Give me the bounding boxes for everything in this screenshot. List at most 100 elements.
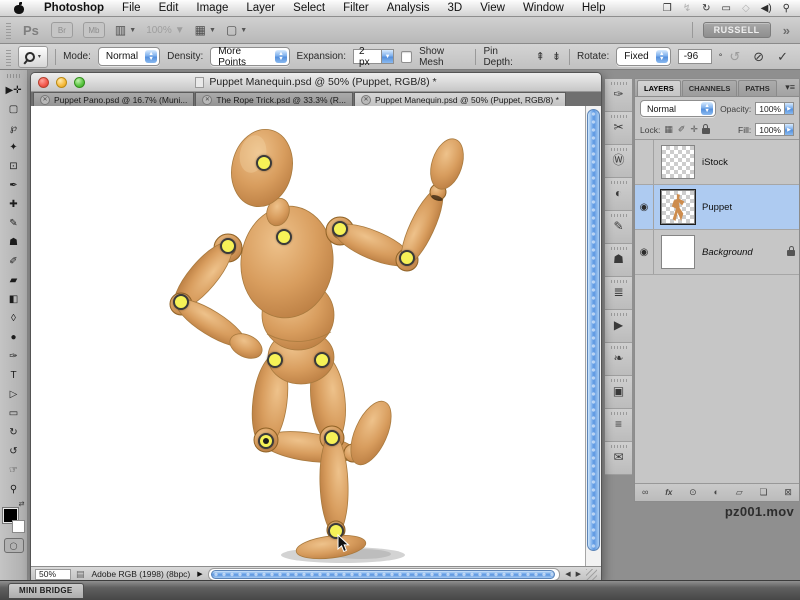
scroll-right-icon[interactable]: ▶ [576,570,581,578]
blend-mode-popup[interactable]: Normal▲▼ [640,100,716,117]
layer-name[interactable]: Background [702,247,753,258]
show-mesh-checkbox[interactable] [401,51,412,63]
layer-style-icon[interactable]: fx [665,489,672,497]
menu-item[interactable]: Image [187,2,237,14]
zoom-percent-field[interactable]: 50% [35,569,71,580]
right-ankle-pin[interactable] [328,523,344,539]
pin-depth-forward-icon[interactable]: ⇞ [535,50,546,63]
head-pin[interactable] [256,155,272,171]
minimize-window-button[interactable] [56,77,67,88]
expansion-combo[interactable]: 2 px▼ [353,49,394,64]
pin-depth-backward-icon[interactable]: ⇟ [551,50,562,63]
left-shoulder-pin[interactable] [220,238,236,254]
menu-item[interactable]: Help [573,2,615,14]
document-tab[interactable]: ✕The Rope Trick.psd @ 33.3% (R... [195,92,353,106]
swap-colors-icon[interactable]: ⇄ [19,500,25,508]
pen-tool[interactable]: ✑ [2,347,26,366]
lasso-tool[interactable]: ℘ [2,119,26,138]
window-title-bar[interactable]: Puppet Manequin.psd @ 50% (Puppet, RGB/8… [31,73,601,92]
chevron-down-icon[interactable]: ▼ [382,49,393,64]
battery-icon[interactable]: ↯ [683,3,691,14]
brush-tool[interactable]: ✎ [2,214,26,233]
eyedropper-tool[interactable]: ✒ [2,176,26,195]
quick-mask-button[interactable]: ◯ [4,538,24,553]
clone-stamp-tool[interactable]: ☗ [2,233,26,252]
fill-value[interactable]: 100% [755,123,785,136]
workspace-overflow-button[interactable]: » [783,23,790,38]
layer-row-background[interactable]: ◉ Background [635,230,799,275]
spotlight-icon[interactable]: ⚲ [783,3,790,14]
right-elbow-pin[interactable] [399,250,415,266]
brush-presets-icon[interactable]: ✎ [605,211,632,244]
link-layers-icon[interactable]: ∞ [642,488,648,497]
adjustment-layer-icon[interactable]: ◐ [714,488,719,497]
view-extras-button[interactable]: ▥▼ [115,23,136,37]
volume-icon[interactable]: ◀) [761,3,772,14]
delete-layer-icon[interactable]: ⊠ [784,488,792,497]
layer-name[interactable]: Puppet [702,202,732,213]
chevron-icon[interactable]: ▶ [785,102,794,115]
layer-group-icon[interactable]: ▱ [736,488,743,497]
camera-icon[interactable]: ▣ [605,376,632,409]
close-tab-icon[interactable]: ✕ [361,95,371,105]
menu-item[interactable]: 3D [439,2,472,14]
opacity-value[interactable]: 100% [755,102,785,115]
launch-minibridge-button[interactable]: Mb [83,22,105,38]
history-brush-tool[interactable]: ✐ [2,252,26,271]
displays-icon[interactable]: ▭ [721,3,730,14]
horizontal-scrollbar-thumb[interactable] [211,570,556,579]
right-hip-pin[interactable] [314,352,330,368]
move-tool[interactable]: ▶✛ [2,81,26,100]
horizontal-scrollbar[interactable] [208,568,561,581]
panel-tab[interactable]: CHANNELS [682,80,738,96]
notes-icon[interactable]: ≡ [605,409,632,442]
crop-tool[interactable]: ⊡ [2,157,26,176]
rotate-popup[interactable]: Fixed▲▼ [616,47,670,66]
mode-popup[interactable]: Normal▲▼ [98,47,160,66]
document-tab[interactable]: ✕Puppet Manequin.psd @ 50% (Puppet, RGB/… [354,92,566,106]
document-tab[interactable]: ✕Puppet Pano.psd @ 16.7% (Muni... [33,92,194,106]
3d-rotate-tool[interactable]: ↻ [2,423,26,442]
vertical-scrollbar-thumb[interactable] [587,109,600,551]
lock-all-icon[interactable] [702,128,710,134]
background-color-swatch[interactable] [12,520,25,533]
healing-brush-tool[interactable]: ✚ [2,195,26,214]
sync-icon[interactable]: ↻ [702,3,710,14]
chevron-icon[interactable]: ▶ [785,123,794,136]
launch-bridge-button[interactable]: Br [51,22,73,38]
wifi-icon[interactable]: ◇ [742,3,750,14]
lock-pixels-icon[interactable]: ✐ [678,124,686,135]
eraser-tool[interactable]: ▰ [2,271,26,290]
screen-mode-button[interactable]: ▢▼ [226,23,247,37]
image-canvas[interactable] [31,106,585,566]
close-tab-icon[interactable]: ✕ [40,95,50,105]
spaces-icon[interactable]: ❐ [663,3,672,14]
expansion-field[interactable]: 2 px [353,49,382,64]
menu-item[interactable]: Layer [237,2,284,14]
cs-review-icon[interactable]: Ⓦ [605,145,632,178]
zoom-window-button[interactable] [74,77,85,88]
right-shoulder-pin[interactable] [332,221,348,237]
tool-presets-icon[interactable]: ✑ [605,79,632,112]
left-hip-pin[interactable] [267,352,283,368]
menu-item[interactable]: Window [514,2,573,14]
zoom-level-control[interactable]: 100%▼ [146,25,184,36]
type-tool[interactable]: T [2,366,26,385]
visibility-toggle[interactable]: ◉ [635,185,654,229]
animation-icon[interactable]: ▶ [605,310,632,343]
fill-control[interactable]: 100%▶ [755,123,794,136]
layer-thumbnail[interactable] [661,190,695,224]
puppet-warp-tool-button[interactable]: ▾ [18,46,48,68]
scroll-left-icon[interactable]: ◀ [565,570,570,578]
layer-thumbnail[interactable] [661,145,695,179]
new-layer-icon[interactable]: ❏ [760,488,768,497]
close-window-button[interactable] [38,77,49,88]
quick-selection-tool[interactable]: ✦ [2,138,26,157]
density-popup[interactable]: More Points▲▼ [210,47,289,66]
path-selection-tool[interactable]: ▷ [2,385,26,404]
visibility-toggle[interactable]: ◉ [635,230,654,274]
left-knee-pin[interactable] [258,433,274,449]
layer-comps-icon[interactable]: ≣ [605,277,632,310]
workspace-switcher-button[interactable]: RUSSELL [703,22,771,38]
blur-tool[interactable]: ◊ [2,309,26,328]
